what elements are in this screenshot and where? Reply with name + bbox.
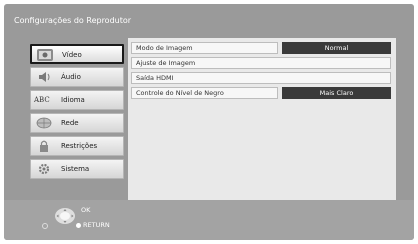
return-dot-icon	[76, 223, 81, 228]
setting-row-picture-mode[interactable]: Modo de Imagem Normal	[131, 42, 391, 54]
sidebar-item-label: Rede	[61, 119, 79, 127]
setting-value[interactable]: Normal	[282, 42, 391, 54]
remote-dpad-icon	[55, 208, 75, 224]
system-icon	[38, 163, 50, 175]
sidebar-item-label: Idioma	[61, 96, 85, 104]
sidebar-item-label: Áudio	[61, 73, 81, 81]
sidebar-item-restrictions[interactable]: Restrições	[30, 136, 124, 156]
setting-value[interactable]: Mais Claro	[282, 87, 391, 99]
page-title: Configurações do Reprodutor	[14, 16, 132, 25]
sidebar-item-video[interactable]: Vídeo	[30, 44, 124, 64]
ok-hint: OK	[81, 206, 91, 214]
language-icon: ABC	[34, 96, 50, 104]
sidebar-item-system[interactable]: Sistema	[30, 159, 124, 179]
settings-panel: Modo de Imagem Normal Ajuste de Imagem S…	[128, 38, 396, 203]
setting-label: Saída HDMI	[131, 72, 391, 84]
player-settings-screen: Configurações do Reprodutor Vídeo Áudio …	[4, 4, 414, 240]
setting-label: Modo de Imagem	[131, 42, 278, 54]
video-icon	[37, 49, 53, 61]
sidebar-item-network[interactable]: Rede	[30, 113, 124, 133]
sidebar-item-language[interactable]: ABC Idioma	[30, 90, 124, 110]
setting-row-hdmi-output[interactable]: Saída HDMI	[131, 72, 391, 84]
sidebar-item-label: Restrições	[61, 142, 98, 150]
sidebar-item-audio[interactable]: Áudio	[30, 67, 124, 87]
setting-label: Ajuste de Imagem	[131, 57, 391, 69]
setting-label: Controle do Nível de Negro	[131, 87, 278, 99]
settings-sidebar: Vídeo Áudio ABC Idioma Rede Restrições S…	[30, 44, 124, 182]
lock-icon	[40, 140, 48, 152]
sidebar-item-label: Vídeo	[62, 51, 82, 59]
return-button-icon	[42, 223, 48, 229]
network-icon	[36, 117, 52, 129]
audio-icon	[39, 72, 50, 82]
setting-row-black-level[interactable]: Controle do Nível de Negro Mais Claro	[131, 87, 391, 99]
sidebar-item-label: Sistema	[61, 165, 90, 173]
setting-row-picture-adjustment[interactable]: Ajuste de Imagem	[131, 57, 391, 69]
return-hint: RETURN	[83, 221, 110, 229]
